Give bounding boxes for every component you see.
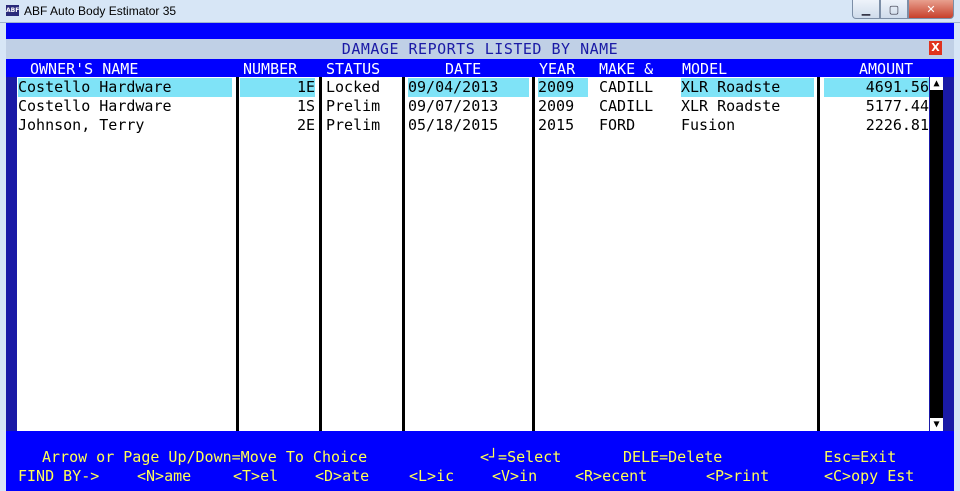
cell-amount: 4691.56 bbox=[824, 78, 929, 97]
cell-date: 09/07/2013 bbox=[408, 97, 499, 115]
find-by-tel[interactable]: <T>el bbox=[233, 467, 278, 485]
find-by-date[interactable]: <D>ate bbox=[315, 467, 369, 485]
cell-date: 05/18/2015 bbox=[408, 116, 499, 134]
cell-year: 2015 bbox=[538, 116, 575, 134]
column-header-make[interactable]: MAKE & bbox=[599, 60, 653, 78]
column-header-year[interactable]: YEAR bbox=[539, 60, 575, 78]
scroll-up-icon[interactable]: ▲ bbox=[930, 77, 943, 90]
cell-amount: 2226.81 bbox=[865, 116, 929, 134]
cell-owner: Costello Hardware bbox=[18, 78, 232, 97]
column-header-owner[interactable]: OWNER'S NAME bbox=[30, 60, 138, 78]
find-by-name[interactable]: <N>ame bbox=[137, 467, 191, 485]
cell-date: 09/04/2013 bbox=[408, 78, 529, 97]
column-header-amount[interactable]: AMOUNT bbox=[859, 60, 913, 78]
vertical-scrollbar[interactable]: ▲ ▼ bbox=[930, 77, 943, 431]
help-exit[interactable]: Esc=Exit bbox=[824, 448, 896, 466]
cell-status: Locked bbox=[326, 78, 381, 96]
cell-model: XLR Roadste bbox=[681, 97, 781, 115]
cell-number: 1S bbox=[296, 97, 315, 115]
cell-owner: Johnson, Terry bbox=[18, 116, 145, 134]
cell-owner: Costello Hardware bbox=[18, 97, 172, 115]
app-icon: ABF bbox=[6, 5, 20, 16]
panel-title: DAMAGE REPORTS LISTED BY NAME bbox=[341, 40, 619, 58]
cell-make: CADILL bbox=[599, 78, 654, 96]
find-by-label: FIND BY-> bbox=[18, 467, 100, 485]
help-move: Arrow or Page Up/Down=Move To Choice bbox=[42, 448, 368, 466]
table-row[interactable]: Costello Hardware 1S Prelim 09/07/2013 2… bbox=[17, 97, 929, 116]
cell-status: Prelim bbox=[326, 97, 381, 115]
window-frame-left bbox=[0, 23, 6, 491]
top-band bbox=[6, 23, 954, 39]
cell-model: XLR Roadste bbox=[681, 78, 814, 97]
column-header-date[interactable]: DATE bbox=[445, 60, 481, 78]
minimize-button[interactable]: ▁ bbox=[852, 0, 880, 19]
table-row[interactable]: Johnson, Terry 2E Prelim 05/18/2015 2015… bbox=[17, 116, 929, 135]
copy-estimate-option[interactable]: <C>opy Est bbox=[824, 467, 914, 485]
find-by-lic[interactable]: <L>ic bbox=[409, 467, 454, 485]
window-title: ABF Auto Body Estimator 35 bbox=[24, 4, 177, 18]
cell-model: Fusion bbox=[681, 116, 736, 134]
cell-year: 2009 bbox=[538, 78, 588, 97]
find-by-vin[interactable]: <V>in bbox=[492, 467, 537, 485]
maximize-button[interactable]: ▢ bbox=[880, 0, 908, 19]
panel-header: DAMAGE REPORTS LISTED BY NAME X bbox=[6, 39, 954, 59]
help-select: <┘=Select bbox=[480, 448, 562, 466]
column-header-model[interactable]: MODEL bbox=[682, 60, 727, 78]
print-option[interactable]: <P>rint bbox=[706, 467, 769, 485]
column-header-row: OWNER'S NAME NUMBER STATUS DATE YEAR MAK… bbox=[6, 59, 954, 78]
cell-number: 2E bbox=[296, 116, 315, 134]
cell-make: FORD bbox=[599, 116, 636, 134]
close-panel-button[interactable]: X bbox=[929, 41, 942, 55]
cell-make: CADILL bbox=[599, 97, 654, 115]
window-frame-right bbox=[954, 23, 960, 491]
list-bottom-frame bbox=[6, 431, 954, 445]
window-titlebar: ABF ABF Auto Body Estimator 35 ▁ ▢ ✕ bbox=[0, 0, 960, 23]
column-header-status[interactable]: STATUS bbox=[326, 60, 380, 78]
column-header-number[interactable]: NUMBER bbox=[243, 60, 297, 78]
find-by-recent[interactable]: <R>ecent bbox=[575, 467, 647, 485]
cell-year: 2009 bbox=[538, 97, 575, 115]
cell-amount: 5177.44 bbox=[865, 97, 929, 115]
close-window-button[interactable]: ✕ bbox=[908, 0, 954, 19]
cell-status: Prelim bbox=[326, 116, 381, 134]
window-controls: ▁ ▢ ✕ bbox=[852, 0, 954, 19]
cell-number: 1E bbox=[240, 78, 315, 97]
help-delete: DELE=Delete bbox=[623, 448, 723, 466]
scroll-down-icon[interactable]: ▼ bbox=[930, 418, 943, 431]
table-row-selected[interactable]: Costello Hardware 1E Locked 09/04/2013 2… bbox=[17, 78, 929, 97]
help-bar: Arrow or Page Up/Down=Move To Choice <┘=… bbox=[6, 445, 954, 491]
